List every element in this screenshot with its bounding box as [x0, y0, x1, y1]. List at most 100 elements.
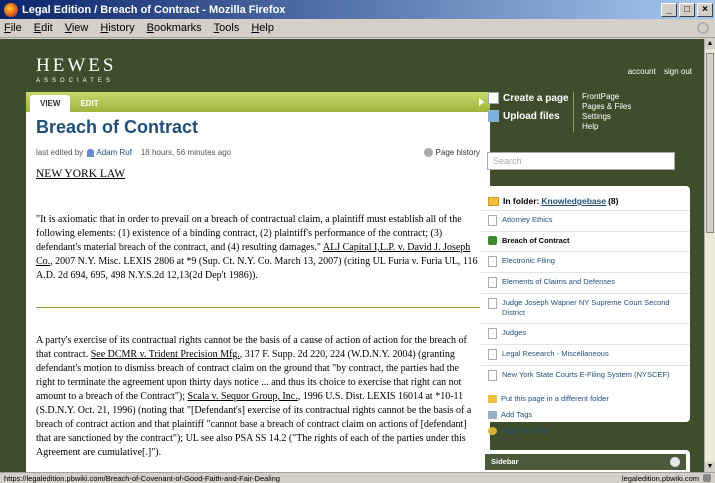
content-divider — [36, 307, 480, 308]
add-tags-label: Add Tags — [501, 410, 533, 419]
folder-panel: In folder: Knowledgebase (8) Attorney Et… — [481, 186, 690, 435]
page-icon — [488, 215, 497, 226]
link-frontpage[interactable]: FrontPage — [582, 92, 631, 102]
menu-file[interactable]: File — [4, 22, 22, 34]
page-history-link[interactable]: Page history — [423, 148, 480, 157]
page-icon — [488, 370, 497, 381]
page-title: Breach of Contract — [36, 117, 199, 137]
page-icon — [488, 256, 497, 267]
list-item[interactable]: New York State Courts E-Filing System (N… — [481, 365, 690, 386]
scroll-up-icon[interactable]: ▲ — [705, 39, 715, 49]
tab-edit[interactable]: EDIT — [70, 95, 108, 112]
folder-header: In folder: Knowledgebase (8) — [481, 186, 690, 206]
list-item-label: Electronic Filing — [502, 256, 555, 265]
create-page-label: Create a page — [503, 92, 569, 104]
paragraph-2: A party's exercise of its contractual ri… — [36, 334, 480, 460]
list-item[interactable]: Judges — [481, 323, 690, 344]
tab-arrow-icon[interactable] — [479, 98, 484, 106]
window-title: Legal Edition / Breach of Contract - Moz… — [22, 3, 286, 16]
page-viewport: HEWES ASSOCIATES account sign out VIEW E… — [0, 39, 704, 472]
folder-link[interactable]: Knowledgebase — [541, 196, 606, 206]
scroll-thumb[interactable] — [706, 53, 714, 233]
last-edited-label: last edited by — [36, 148, 84, 157]
menu-bar: File Edit View History Bookmarks Tools H… — [0, 19, 715, 38]
list-item[interactable]: Electronic Filing — [481, 251, 690, 272]
link-pages-files[interactable]: Pages & Files — [582, 102, 631, 112]
link-help[interactable]: Help — [582, 122, 631, 132]
main-panel: VIEW EDIT Breach of Contract last edited… — [26, 92, 490, 472]
current-page-icon — [488, 236, 497, 245]
list-item-label: Elements of Claims and Defenses — [502, 277, 615, 286]
page-meta: last edited by Adam Ruf 18 hours, 56 min… — [26, 138, 490, 157]
edit-time: 18 hours, 56 minutes ago — [140, 148, 232, 157]
citation-link-dcmr[interactable]: See DCMR v. Trident Precision Mfg. — [91, 349, 240, 360]
link-settings[interactable]: Settings — [582, 112, 631, 122]
tab-bar: VIEW EDIT — [26, 92, 490, 112]
page-icon — [488, 277, 497, 288]
citation-link-scala[interactable]: Scala v. Sequor Group, Inc. — [188, 391, 298, 402]
p1-text-b: , 2007 N.Y. Misc. LEXIS 2806 at *9 (Sup.… — [36, 256, 478, 281]
upload-icon — [488, 110, 499, 122]
menu-history[interactable]: History — [100, 22, 134, 34]
collapse-icon[interactable] — [670, 457, 680, 467]
tag-icon — [488, 410, 497, 419]
logo-name: HEWES — [36, 55, 117, 76]
status-host: legaledition.pbwiki.com — [622, 474, 711, 483]
sidebar-title: Sidebar — [491, 457, 519, 466]
folder-prefix: In folder: — [503, 196, 540, 206]
create-page-button[interactable]: Create a page — [488, 92, 578, 104]
sidebar-box: Sidebar — [481, 450, 690, 472]
add-tags-link[interactable]: Add Tags — [488, 410, 683, 419]
list-item[interactable]: Attorney Ethics — [481, 210, 690, 231]
search-input[interactable]: Search — [487, 152, 675, 170]
vertical-scrollbar[interactable]: ▲ ▼ — [704, 39, 715, 472]
tab-view[interactable]: VIEW — [30, 95, 71, 112]
upload-files-button[interactable]: Upload files — [488, 110, 578, 122]
status-bar: https://legaledition.pbwiki.com/Breach-o… — [0, 472, 715, 483]
account-link[interactable]: account — [628, 67, 656, 76]
folder-move-icon — [488, 394, 497, 403]
list-item-label: Breach of Contract — [502, 236, 570, 245]
key-icon — [488, 426, 497, 435]
move-folder-link[interactable]: Put this page in a different folder — [488, 394, 683, 403]
paragraph-1: "It is axiomatic that in order to prevai… — [36, 213, 480, 283]
maximize-button[interactable]: □ — [679, 2, 695, 17]
user-icon — [87, 148, 95, 157]
list-item-current[interactable]: Breach of Contract — [481, 231, 690, 251]
lock-icon — [703, 474, 711, 482]
window-titlebar: Legal Edition / Breach of Contract - Moz… — [0, 0, 715, 19]
folder-icon — [488, 196, 499, 206]
scroll-down-icon[interactable]: ▼ — [705, 462, 715, 472]
side-actions: Create a page Upload files — [488, 92, 578, 128]
logo-sub: ASSOCIATES — [36, 78, 114, 84]
page-history-label: Page history — [435, 148, 480, 157]
menu-bookmarks[interactable]: Bookmarks — [147, 22, 202, 34]
status-host-label: legaledition.pbwiki.com — [621, 473, 699, 483]
page-content: NEW YORK LAW "It is axiomatic that in or… — [26, 157, 490, 468]
menu-edit[interactable]: Edit — [34, 22, 53, 34]
close-button[interactable]: × — [697, 2, 713, 17]
list-item[interactable]: Judge Joseph Wapner NY Supreme Court Sec… — [481, 293, 690, 323]
header-links: account sign out — [622, 67, 692, 76]
minimize-button[interactable]: _ — [661, 2, 677, 17]
list-item[interactable]: Legal Research - Miscellaneous — [481, 344, 690, 365]
list-item-label: Judge Joseph Wapner NY Supreme Court Sec… — [502, 298, 670, 317]
sidebar-header[interactable]: Sidebar — [485, 454, 686, 470]
menu-view[interactable]: View — [65, 22, 89, 34]
page-icon — [488, 298, 497, 309]
move-folder-label: Put this page in a different folder — [501, 394, 609, 403]
menu-tools[interactable]: Tools — [214, 22, 240, 34]
site-logo[interactable]: HEWES ASSOCIATES — [36, 55, 116, 84]
menu-help[interactable]: Help — [251, 22, 274, 34]
signout-link[interactable]: sign out — [664, 67, 692, 76]
list-item-label: Judges — [502, 328, 527, 337]
clock-icon — [423, 148, 433, 157]
page-security-link[interactable]: Page Security — [488, 426, 683, 435]
new-page-icon — [488, 92, 499, 104]
throbber-icon — [697, 22, 709, 34]
section-heading: NEW YORK LAW — [36, 168, 126, 180]
author-link[interactable]: Adam Ruf — [96, 148, 132, 157]
list-item-label: Attorney Ethics — [502, 215, 553, 224]
list-item-label: New York State Courts E-Filing System (N… — [502, 370, 670, 379]
list-item[interactable]: Elements of Claims and Defenses — [481, 272, 690, 293]
